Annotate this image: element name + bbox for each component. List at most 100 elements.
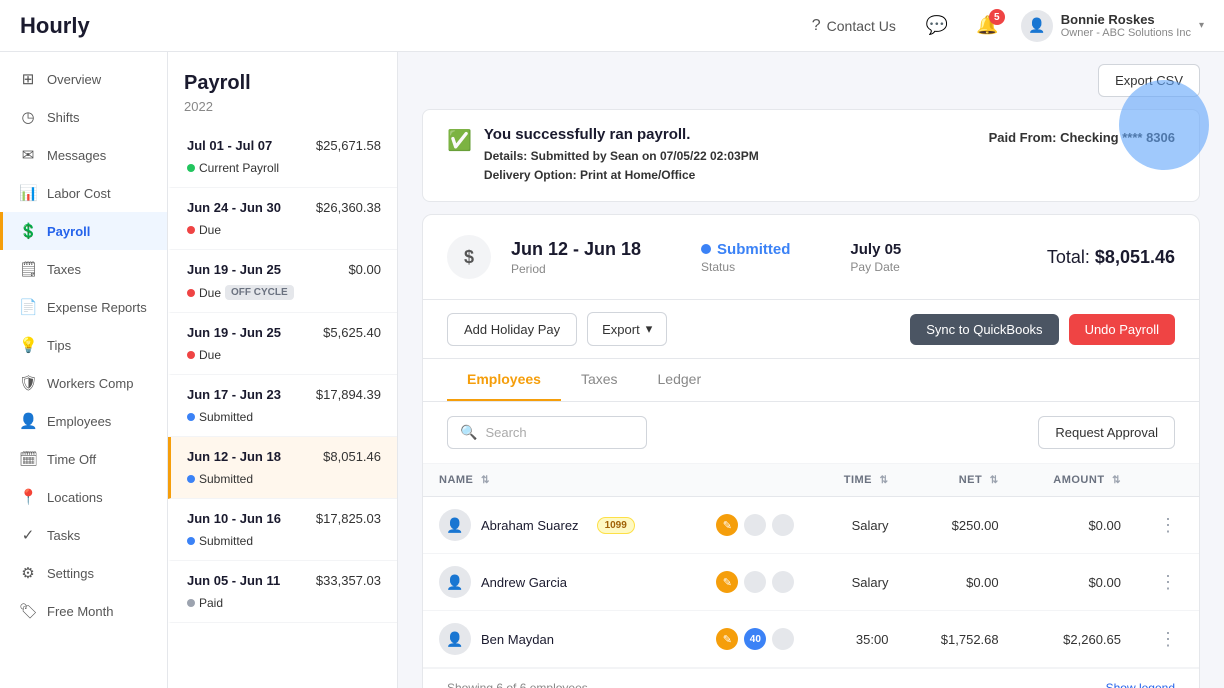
payroll-item-status: Due OFF CYCLE	[187, 285, 381, 300]
action-icon-orange[interactable]: ✎	[716, 571, 738, 593]
list-item[interactable]: Jun 24 - Jun 30 $26,360.38 Due	[168, 188, 397, 250]
table-row: 👤 Ben Maydan ✎ 40	[423, 611, 1199, 668]
action-icon-gray-1[interactable]	[744, 571, 766, 593]
sidebar-item-expense-reports[interactable]: 📄 Expense Reports	[0, 288, 167, 326]
sidebar-item-shifts[interactable]: ◷ Shifts	[0, 98, 167, 136]
employee-action-icons: ✎	[716, 571, 794, 593]
status-label: Current Payroll	[199, 161, 279, 175]
action-icon-orange[interactable]: ✎	[716, 628, 738, 650]
user-name: Bonnie Roskes	[1061, 12, 1191, 27]
messages-icon-button[interactable]: 💬	[920, 9, 954, 42]
payroll-item-status: Due	[187, 348, 381, 362]
list-item[interactable]: Jun 10 - Jun 16 $17,825.03 Submitted	[168, 499, 397, 561]
list-item[interactable]: Jun 12 - Jun 18 $8,051.46 Submitted	[168, 437, 397, 499]
notifications-button[interactable]: 🔔 5	[970, 9, 1004, 42]
user-menu[interactable]: 👤 Bonnie Roskes Owner - ABC Solutions In…	[1021, 10, 1204, 42]
showing-count: Showing 6 of 6 employees	[447, 681, 588, 688]
tab-ledger[interactable]: Ledger	[638, 359, 722, 401]
payroll-item-amount: $5,625.40	[323, 325, 381, 340]
content-scroll[interactable]: Export CSV ✅ You successfully ran payrol…	[398, 52, 1224, 688]
tasks-icon: ✓	[19, 526, 37, 544]
action-icon-blue[interactable]: 40	[744, 628, 766, 650]
add-holiday-pay-button[interactable]: Add Holiday Pay	[447, 313, 577, 346]
status-sublabel: Status	[701, 260, 790, 274]
sidebar-item-tips[interactable]: 💡 Tips	[0, 326, 167, 364]
action-icon-gray-2[interactable]	[772, 514, 794, 536]
sidebar-item-labor-cost[interactable]: 📊 Labor Cost	[0, 174, 167, 212]
sidebar-item-label: Overview	[47, 72, 101, 87]
status-label: Due	[199, 286, 221, 300]
table-header: NAME ⇅ TIME ⇅ NET ⇅	[423, 464, 1199, 497]
action-icon-gray-1[interactable]	[744, 514, 766, 536]
payroll-item-dates: Jun 19 - Jun 25	[187, 325, 281, 340]
sidebar-item-payroll[interactable]: 💲 Payroll	[0, 212, 167, 250]
paid-from-label: Paid From:	[989, 130, 1057, 145]
action-icon-gray-2[interactable]	[772, 628, 794, 650]
more-options-button[interactable]: ⋮	[1153, 627, 1183, 652]
sidebar: ⊞ Overview ◷ Shifts ✉ Messages 📊 Labor C…	[0, 52, 168, 688]
contact-us-label: Contact Us	[827, 18, 896, 34]
net-column-header[interactable]: NET ⇅	[904, 464, 1014, 497]
more-options-button[interactable]: ⋮	[1153, 513, 1183, 538]
sidebar-item-workers-comp[interactable]: 🛡 Workers Comp	[0, 364, 167, 402]
list-item[interactable]: Jun 05 - Jun 11 $33,357.03 Paid	[168, 561, 397, 623]
sidebar-item-label: Free Month	[47, 604, 113, 619]
labor-cost-icon: 📊	[19, 184, 37, 202]
request-approval-button[interactable]: Request Approval	[1038, 416, 1175, 449]
tab-employees[interactable]: Employees	[447, 359, 561, 401]
list-item[interactable]: Jun 19 - Jun 25 $0.00 Due OFF CYCLE	[168, 250, 397, 313]
sidebar-item-taxes[interactable]: 🗒 Taxes	[0, 250, 167, 288]
action-icon-orange[interactable]: ✎	[716, 514, 738, 536]
user-role: Owner - ABC Solutions Inc	[1061, 27, 1191, 39]
employee-action-icons: ✎	[716, 514, 794, 536]
delivery-option: Delivery Option: Print at Home/Office	[484, 166, 977, 185]
more-options-button[interactable]: ⋮	[1153, 570, 1183, 595]
time-column-header[interactable]: TIME ⇅	[810, 464, 904, 497]
user-details: Bonnie Roskes Owner - ABC Solutions Inc	[1061, 12, 1191, 39]
status-label: Due	[199, 223, 221, 237]
employee-cell: 👤 Abraham Suarez 1099 ✎	[439, 509, 794, 541]
details-value: Submitted by Sean on 07/05/22 02:03PM	[531, 149, 759, 163]
contact-us-button[interactable]: ? Contact Us	[804, 11, 904, 41]
payroll-item-status: Submitted	[187, 472, 381, 486]
list-item[interactable]: Jun 17 - Jun 23 $17,894.39 Submitted	[168, 375, 397, 437]
tab-taxes[interactable]: Taxes	[561, 359, 638, 401]
sidebar-item-free-month[interactable]: 🏷 Free Month	[0, 592, 167, 630]
payroll-item-amount: $26,360.38	[316, 200, 381, 215]
period-info: Jun 12 - Jun 18 Period	[511, 239, 641, 276]
status-section: Submitted Status	[701, 241, 790, 274]
sidebar-item-label: Messages	[47, 148, 106, 163]
success-text: You successfully ran payroll. Details: S…	[484, 126, 977, 185]
export-button[interactable]: Export ▾	[587, 312, 667, 346]
sync-quickbooks-button[interactable]: Sync to QuickBooks	[910, 314, 1058, 345]
payroll-item-dates: Jun 19 - Jun 25	[187, 262, 281, 277]
sidebar-item-time-off[interactable]: 🗓 Time Off	[0, 440, 167, 478]
payroll-item-dates: Jun 17 - Jun 23	[187, 387, 281, 402]
search-box[interactable]: 🔍	[447, 416, 647, 449]
list-item[interactable]: Jun 19 - Jun 25 $5,625.40 Due	[168, 313, 397, 375]
employee-net: $1,752.68	[904, 611, 1014, 668]
shifts-icon: ◷	[19, 108, 37, 126]
undo-payroll-button[interactable]: Undo Payroll	[1069, 314, 1175, 345]
list-item[interactable]: Jul 01 - Jul 07 $25,671.58 Current Payro…	[168, 126, 397, 188]
sidebar-item-overview[interactable]: ⊞ Overview	[0, 60, 167, 98]
search-input[interactable]	[485, 425, 625, 440]
table-section: 🔍 Request Approval NAME ⇅	[423, 402, 1199, 688]
table-footer: Showing 6 of 6 employees Show legend	[423, 668, 1199, 688]
amount-column-header[interactable]: AMOUNT ⇅	[1015, 464, 1137, 497]
show-legend-button[interactable]: Show legend	[1106, 681, 1175, 688]
sidebar-item-employees[interactable]: 👤 Employees	[0, 402, 167, 440]
employee-action-icons: ✎ 40	[716, 628, 794, 650]
sidebar-item-locations[interactable]: 📍 Locations	[0, 478, 167, 516]
sidebar-item-tasks[interactable]: ✓ Tasks	[0, 516, 167, 554]
name-column-header[interactable]: NAME ⇅	[423, 464, 810, 497]
status-dot-gray	[187, 599, 195, 607]
top-navigation: Hourly ? Contact Us 💬 🔔 5 👤 Bonnie Roske…	[0, 0, 1224, 52]
sort-icon: ⇅	[481, 475, 490, 486]
dollar-circle: $	[447, 235, 491, 279]
export-csv-button[interactable]: Export CSV	[1098, 64, 1200, 97]
action-icon-gray-2[interactable]	[772, 571, 794, 593]
payroll-list-header: Payroll 2022	[168, 52, 397, 126]
sidebar-item-settings[interactable]: ⚙ Settings	[0, 554, 167, 592]
sidebar-item-messages[interactable]: ✉ Messages	[0, 136, 167, 174]
